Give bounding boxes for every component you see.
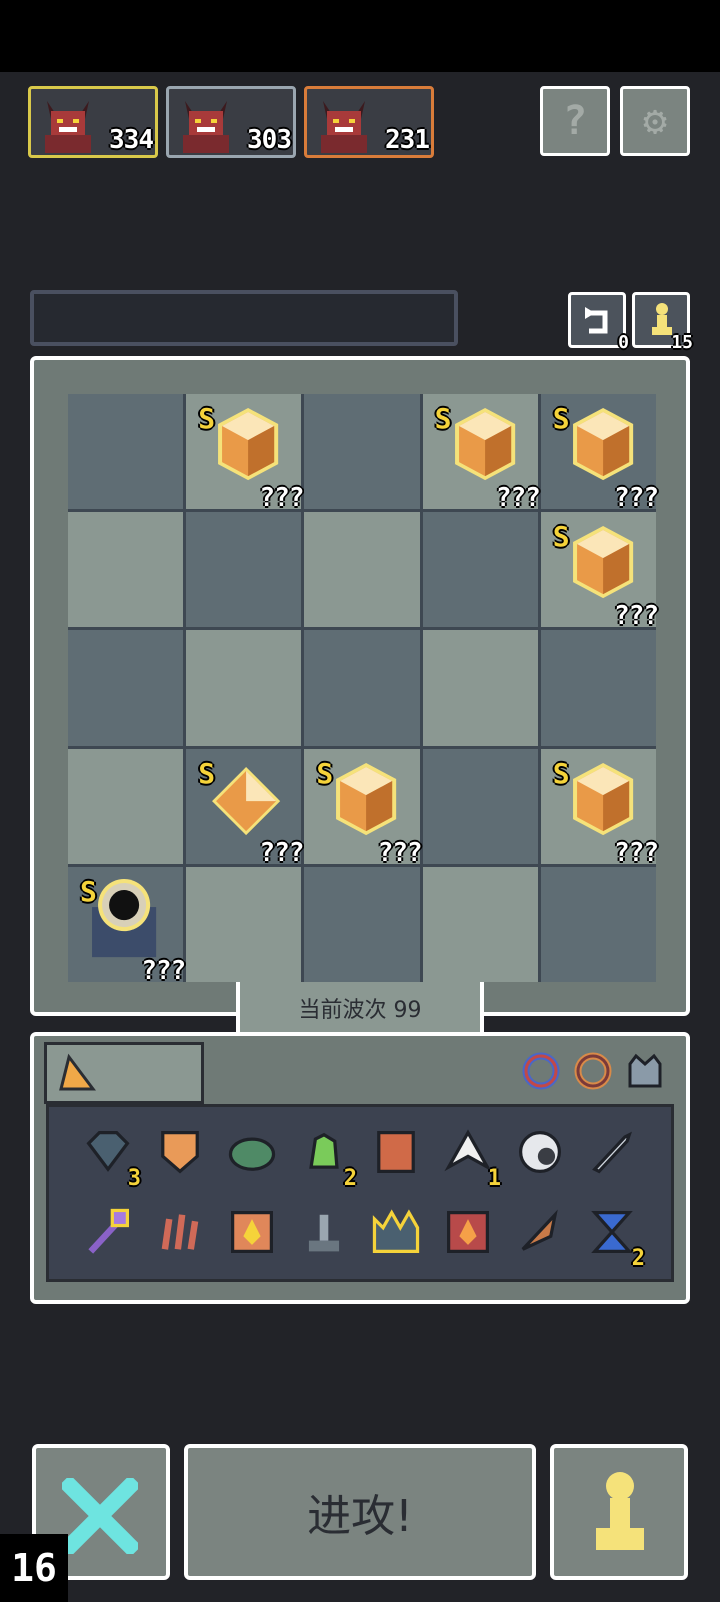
board-cell[interactable]: S??? — [540, 748, 659, 868]
attack-button[interactable]: 进攻! — [184, 1444, 536, 1580]
sword-icon[interactable] — [577, 1117, 647, 1187]
unknown-label: ??? — [141, 955, 186, 986]
enemy-card-2[interactable]: 303 — [166, 86, 296, 158]
question-icon: ? — [562, 98, 588, 144]
item-count: 2 — [631, 1246, 645, 1271]
claw-icon[interactable] — [145, 1197, 215, 1267]
item-count: 1 — [487, 1166, 501, 1191]
pawn-button[interactable] — [550, 1444, 688, 1580]
board-cell[interactable] — [68, 512, 184, 628]
board-cell[interactable] — [68, 394, 184, 510]
board-cell[interactable] — [540, 866, 656, 982]
rank-badge: S — [198, 402, 216, 435]
rank-badge: S — [434, 402, 452, 435]
x-icon — [62, 1478, 138, 1554]
staff-icon[interactable] — [73, 1197, 143, 1267]
orb-icon[interactable] — [505, 1117, 575, 1187]
board-cell[interactable] — [422, 512, 538, 628]
board-cell[interactable] — [186, 512, 302, 628]
leaf-blade-icon[interactable] — [505, 1197, 575, 1267]
unknown-label: ??? — [259, 483, 304, 514]
fire-scroll-icon[interactable] — [217, 1197, 287, 1267]
undo-count: 0 — [618, 332, 629, 353]
unit-name-bar — [30, 290, 458, 346]
pawn-icon — [596, 1472, 644, 1550]
pawn-count-button[interactable]: 15 — [632, 292, 693, 353]
rank-badge: S — [80, 874, 97, 908]
undo-button[interactable]: 0 — [568, 292, 629, 353]
flame-book-icon[interactable] — [433, 1197, 503, 1267]
filter-bar — [520, 1048, 670, 1094]
rank-badge: S — [552, 520, 570, 554]
lever-icon[interactable] — [289, 1197, 359, 1267]
unknown-label: ??? — [614, 837, 659, 868]
turtle-shell-icon[interactable] — [217, 1117, 287, 1187]
blue-ring-icon[interactable] — [520, 1050, 562, 1092]
wings-icon[interactable]: 1 — [433, 1117, 503, 1191]
orange-ring-icon[interactable] — [572, 1050, 614, 1092]
board-cell[interactable] — [304, 394, 420, 510]
enemy-card-1[interactable]: 334 — [28, 86, 158, 158]
board-cell[interactable] — [540, 630, 656, 746]
rank-badge: S — [316, 756, 334, 790]
enemy-hp: 303 — [247, 125, 292, 155]
board-cell[interactable]: S??? — [422, 394, 541, 513]
board-cell[interactable] — [186, 630, 302, 746]
settings-button[interactable]: ⚙ — [620, 86, 690, 156]
enemy-card-3[interactable]: 231 — [304, 86, 434, 158]
rank-badge: S — [552, 756, 570, 790]
unknown-label: ??? — [377, 837, 423, 868]
crystal-heart-icon[interactable]: 3 — [73, 1117, 143, 1191]
board-cell[interactable] — [304, 630, 420, 746]
board-cell[interactable]: S??? — [540, 394, 659, 513]
armor-icon[interactable] — [145, 1117, 215, 1187]
wedge-icon — [59, 1053, 96, 1091]
board-cell[interactable] — [68, 630, 184, 746]
inventory-tab[interactable] — [44, 1042, 204, 1104]
green-hand-icon[interactable]: 2 — [289, 1117, 359, 1191]
game-board: S??? S??? S??? S??? S??? S??? S??? S??? — [68, 394, 659, 986]
demon-portrait-icon — [313, 93, 375, 153]
rank-badge: S — [198, 756, 216, 790]
board-cell[interactable] — [304, 866, 420, 982]
board-cell[interactable] — [422, 866, 538, 982]
unknown-label: ??? — [495, 483, 541, 514]
attack-label: 进攻! — [307, 1491, 413, 1542]
undo-icon — [585, 307, 608, 334]
banner-icon[interactable] — [361, 1117, 431, 1187]
helmet-icon[interactable] — [624, 1050, 666, 1092]
board-cell[interactable]: S??? — [186, 748, 304, 868]
hourglass-icon[interactable]: 2 — [577, 1197, 647, 1271]
item-count: 2 — [343, 1166, 357, 1191]
enemy-hp: 231 — [385, 125, 430, 155]
unknown-label: ??? — [259, 837, 304, 868]
board-cell[interactable]: S??? — [68, 866, 186, 986]
board-cell[interactable]: S??? — [304, 748, 423, 868]
unknown-label: ??? — [614, 483, 659, 514]
gear-icon: ⚙ — [642, 98, 668, 144]
pawn-count: 15 — [671, 332, 693, 353]
rank-badge: S — [552, 402, 570, 435]
board-cell[interactable] — [68, 748, 184, 864]
board-cell[interactable] — [422, 748, 538, 864]
board-cell[interactable] — [186, 866, 302, 982]
item-count: 3 — [127, 1166, 141, 1191]
inventory-grid: 3 2 1 2 — [46, 1104, 674, 1282]
board-cell[interactable]: S??? — [186, 394, 304, 513]
turn-counter: 16 — [0, 1534, 68, 1602]
spiked-crown-icon[interactable] — [361, 1197, 431, 1267]
unknown-label: ??? — [614, 601, 659, 632]
enemy-hp: 334 — [109, 125, 154, 155]
board-cell[interactable] — [304, 512, 420, 628]
help-button[interactable]: ? — [540, 86, 610, 156]
board-cell[interactable] — [422, 630, 538, 746]
demon-portrait-icon — [175, 93, 237, 153]
board-cell[interactable]: S??? — [540, 512, 659, 631]
wave-label: 当前波次 99 — [236, 982, 484, 1038]
status-bar — [0, 0, 720, 72]
demon-portrait-icon — [37, 93, 99, 153]
